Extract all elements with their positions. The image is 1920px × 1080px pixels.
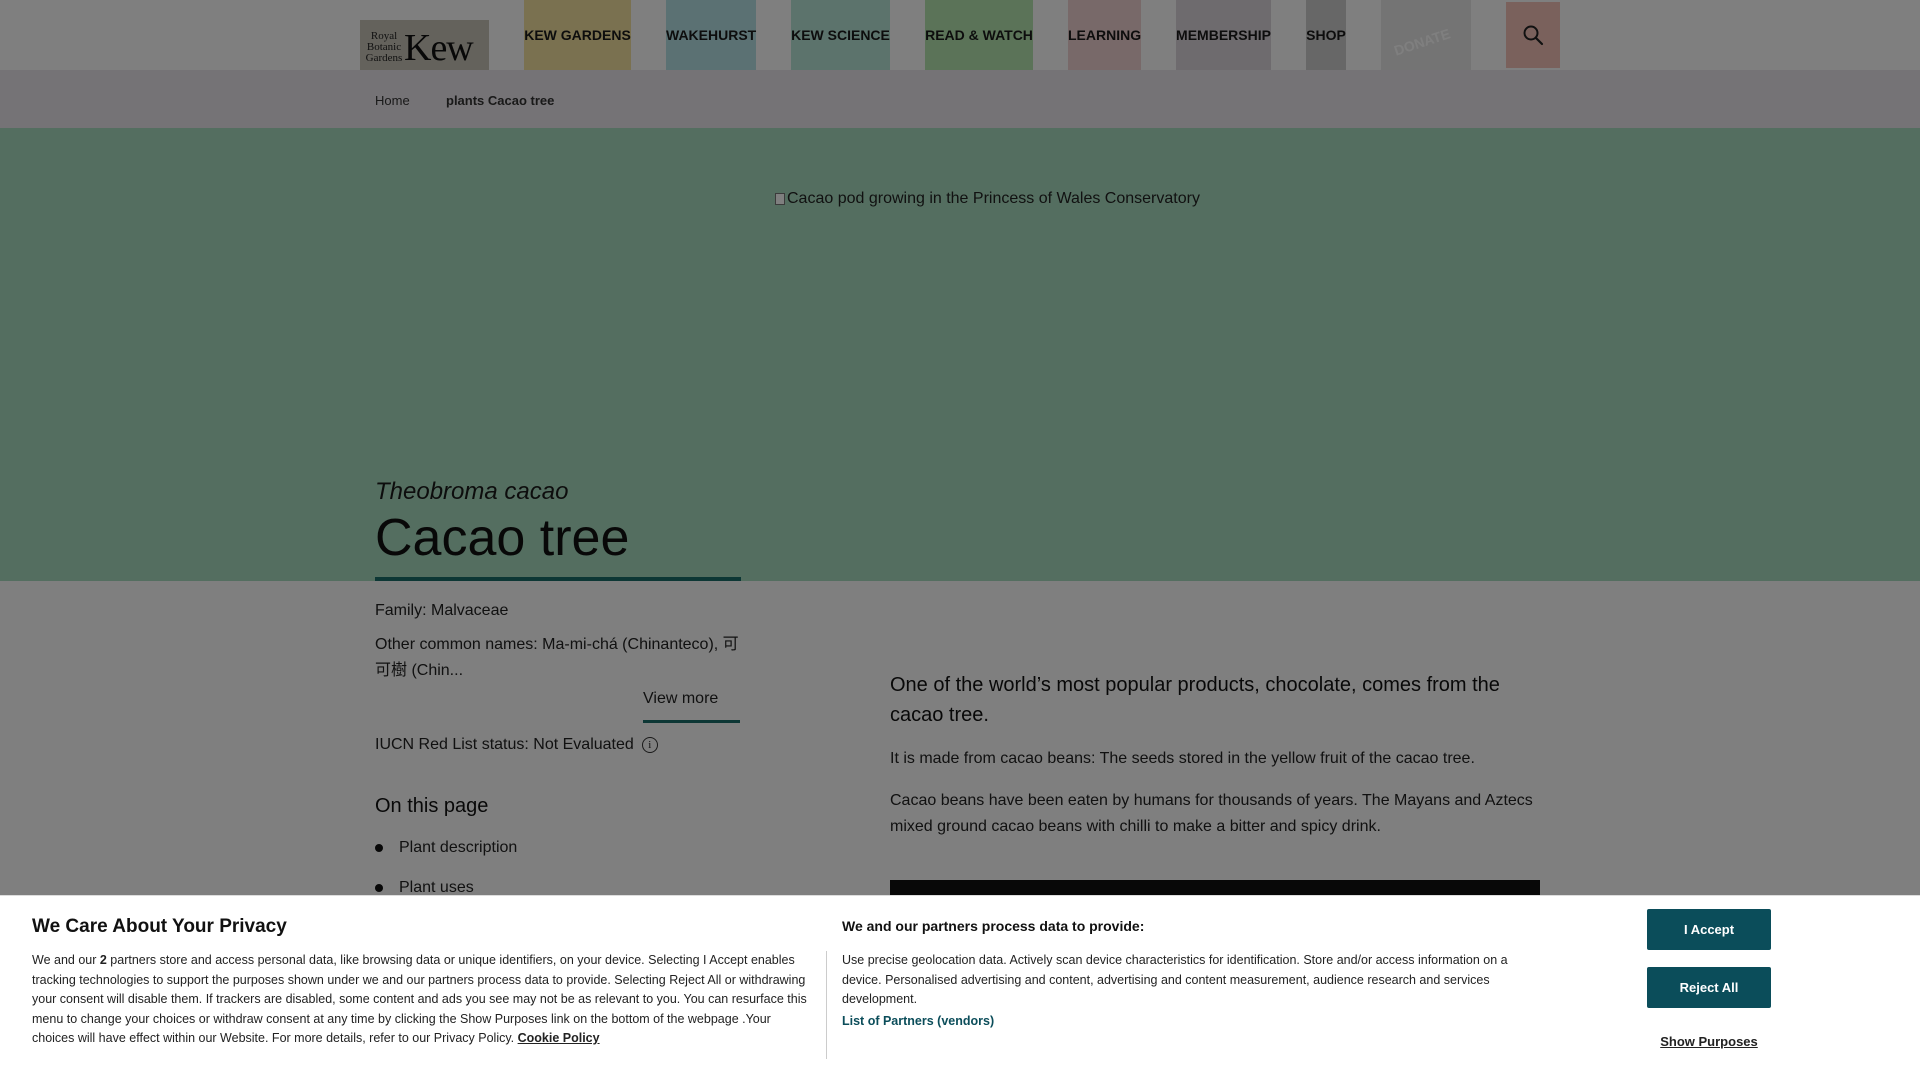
cookie-text: We and our	[32, 953, 100, 967]
purposes-text: Use precise geolocation data. Actively s…	[842, 953, 1508, 1006]
cookie-policy-link[interactable]: Cookie Policy	[518, 1031, 600, 1045]
show-purposes-link[interactable]: Show Purposes	[1647, 1034, 1771, 1049]
modal-overlay	[0, 0, 1920, 900]
cookie-title: We Care About Your Privacy	[32, 916, 287, 937]
reject-all-button[interactable]: Reject All	[1647, 967, 1771, 1008]
cookie-description: We and our 2 partners store and access p…	[32, 951, 812, 1049]
partners-link[interactable]: List of Partners (vendors)	[842, 1014, 994, 1028]
cookie-banner: We Care About Your Privacy We and our 2 …	[0, 895, 1920, 1080]
cookie-divider	[826, 951, 827, 1059]
accept-button[interactable]: I Accept	[1647, 909, 1771, 950]
cookie-text: partners store and access personal data,…	[32, 953, 807, 1045]
purposes-title: We and our partners process data to prov…	[842, 918, 1145, 934]
partner-count: 2	[99, 953, 107, 967]
